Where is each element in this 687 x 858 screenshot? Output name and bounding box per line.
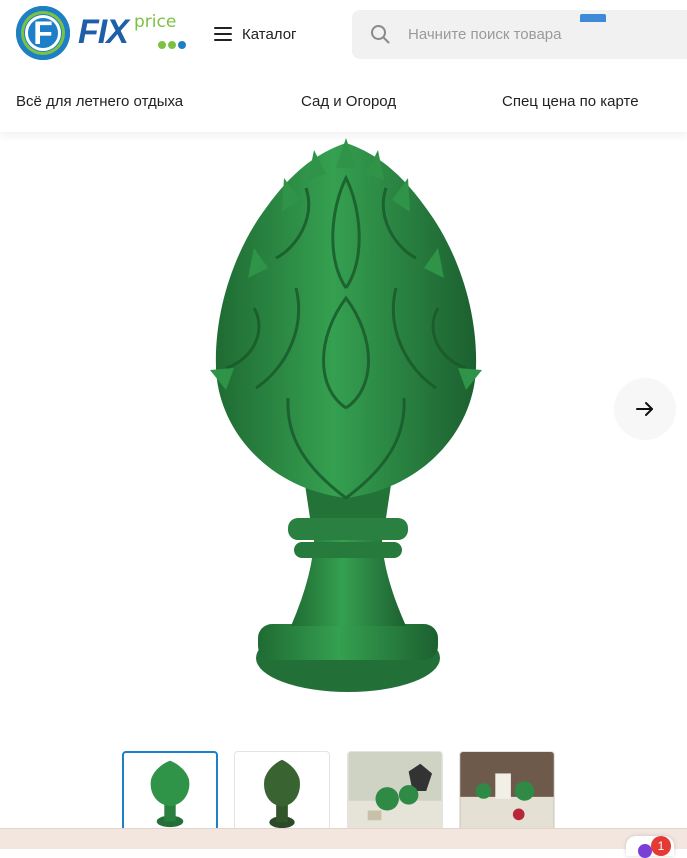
nav-item-summer[interactable]: Всё для летнего отдыха <box>16 93 183 110</box>
thumbnail-image <box>460 752 554 830</box>
thumbnail-3[interactable] <box>347 751 443 831</box>
chat-badge: 1 <box>651 836 671 856</box>
fixprice-logo[interactable]: F FIX price <box>16 6 192 60</box>
thumbnail-image <box>264 759 300 829</box>
thumbnail-2[interactable] <box>234 751 330 831</box>
catalog-label: Каталог <box>242 25 297 43</box>
bottom-bar <box>0 828 687 849</box>
thumbnail-image <box>348 752 442 830</box>
next-image-button[interactable] <box>614 378 676 440</box>
arrow-right-icon <box>636 402 653 416</box>
windows-icon <box>580 14 606 22</box>
thumbnail-1[interactable] <box>122 751 218 831</box>
thumbnail-image <box>150 760 190 828</box>
search-box[interactable] <box>352 10 687 59</box>
search-input[interactable] <box>408 10 678 59</box>
product-main-image[interactable] <box>196 138 496 698</box>
logo-price-text: price <box>134 12 177 32</box>
logo-dots <box>158 36 188 54</box>
chat-icon <box>638 844 652 858</box>
thumbnail-4[interactable] <box>459 751 555 831</box>
search-icon <box>371 25 390 44</box>
logo-letter: F <box>33 15 53 51</box>
nav-item-garden[interactable]: Сад и Огород <box>301 93 396 110</box>
nav-item-special-price[interactable]: Спец цена по карте <box>502 93 639 110</box>
catalog-button[interactable]: Каталог <box>214 22 297 46</box>
logo-fix-text: FIX <box>78 13 129 51</box>
menu-icon <box>214 27 232 41</box>
header: F FIX price Каталог <box>0 0 687 68</box>
logo-circle: F <box>16 6 70 60</box>
category-nav: Всё для летнего отдыха Сад и Огород Спец… <box>0 68 687 132</box>
